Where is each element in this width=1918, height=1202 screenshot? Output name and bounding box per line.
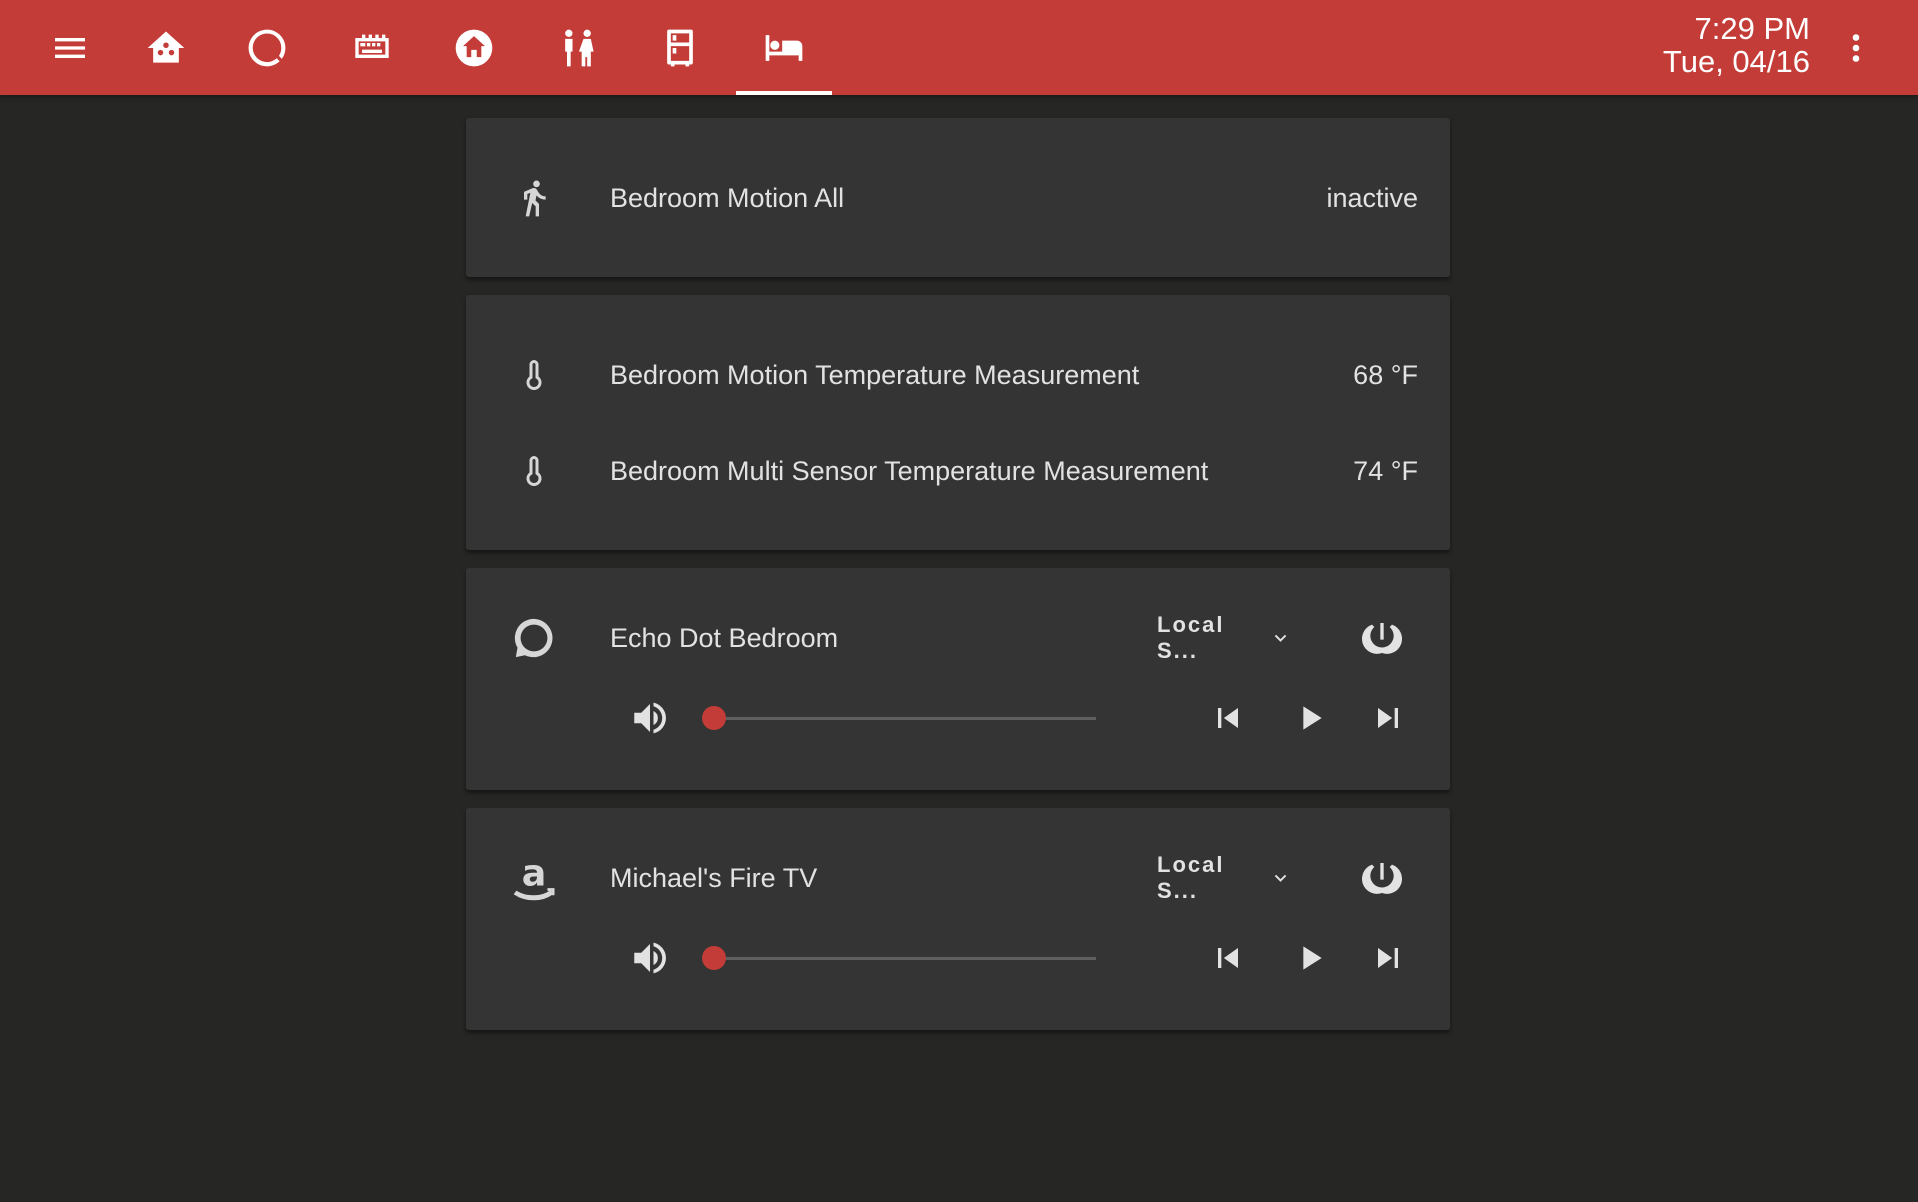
entity-state: 68 °F (1353, 359, 1418, 390)
power-button[interactable] (1354, 608, 1410, 668)
tab-alexa[interactable] (219, 0, 315, 95)
tab-bedroom[interactable] (736, 0, 832, 95)
play-button[interactable] (1282, 688, 1338, 748)
entity-row[interactable]: Bedroom Motion Temperature Measurement 6… (466, 345, 1450, 405)
play-icon (1303, 946, 1322, 970)
temperature-card: Bedroom Motion Temperature Measurement 6… (466, 295, 1450, 550)
row-icon (506, 168, 562, 228)
chevron-down-icon (1274, 874, 1287, 882)
volume-slider[interactable] (702, 928, 1096, 988)
svg-text:a: a (522, 853, 547, 895)
source-value: Local S... (1157, 612, 1225, 663)
entity-row[interactable]: Bedroom Multi Sensor Temperature Measure… (466, 441, 1450, 501)
media-player-name: Michael's Fire TV (610, 862, 818, 893)
home-automation-icon (147, 31, 185, 63)
media-player-header: Echo Dot Bedroom Local S... (466, 608, 1450, 668)
router-icon (355, 34, 389, 58)
dots-vertical-icon (1852, 33, 1860, 62)
row-icon: a (506, 848, 562, 908)
volume-knob[interactable] (702, 946, 726, 970)
fridge-icon (667, 29, 693, 66)
media-player-header: a Michael's Fire TV Local S... (466, 848, 1450, 908)
tab-network[interactable] (324, 0, 420, 95)
menu-button[interactable] (42, 0, 98, 95)
tab-kitchen[interactable] (632, 0, 728, 95)
home-circle-icon (455, 29, 493, 66)
thermometer-icon (526, 360, 542, 390)
media-controls (466, 688, 1450, 748)
amazon-icon: a (513, 853, 555, 901)
skip-previous-icon (1218, 948, 1238, 968)
skip-previous-icon (1218, 708, 1238, 728)
power-icon (1362, 863, 1402, 894)
entity-row[interactable]: Bedroom Motion All inactive (466, 168, 1450, 228)
entity-name: Bedroom Multi Sensor Temperature Measure… (610, 455, 1209, 486)
thermometer-icon (526, 456, 542, 486)
play-icon (1303, 706, 1322, 730)
row-icon (506, 441, 562, 501)
previous-track-button[interactable] (1200, 928, 1256, 988)
bed-icon (765, 34, 803, 61)
mute-button[interactable] (622, 688, 678, 748)
entity-state: 74 °F (1353, 455, 1418, 486)
entity-name: Bedroom Motion Temperature Measurement (610, 359, 1140, 390)
mute-button[interactable] (622, 928, 678, 988)
tab-home[interactable] (426, 0, 522, 95)
row-icon (506, 608, 562, 668)
media-player-name: Echo Dot Bedroom (610, 622, 839, 653)
menu-icon (55, 37, 85, 58)
overflow-menu-button[interactable] (1832, 0, 1880, 95)
volume-track (714, 717, 1096, 720)
chevron-down-icon (1274, 634, 1287, 642)
skip-next-icon (1378, 708, 1398, 728)
source-select[interactable]: Local S... (1157, 608, 1292, 668)
volume-knob[interactable] (702, 706, 726, 730)
volume-high-icon (634, 702, 666, 734)
clock-time: 7:29 PM (1694, 11, 1810, 46)
alexa-ring-icon (248, 29, 286, 66)
clock-date: Tue, 04/16 (1662, 44, 1810, 79)
power-icon (1362, 623, 1402, 654)
previous-track-button[interactable] (1200, 688, 1256, 748)
media-controls (466, 928, 1450, 988)
source-select[interactable]: Local S... (1157, 848, 1292, 908)
power-button[interactable] (1354, 848, 1410, 908)
media-player-card: a Michael's Fire TV Local S... (466, 808, 1450, 1030)
entity-name: Bedroom Motion All (610, 182, 845, 213)
volume-track (714, 957, 1096, 960)
volume-high-icon (634, 942, 666, 974)
alexa-ring-icon (514, 618, 553, 658)
tab-kids[interactable] (530, 0, 626, 95)
play-button[interactable] (1282, 928, 1338, 988)
walk-icon (524, 180, 546, 217)
next-track-button[interactable] (1360, 928, 1416, 988)
app-toolbar: 7:29 PM Tue, 04/16 (0, 0, 1918, 95)
motion-card: Bedroom Motion All inactive (466, 118, 1450, 277)
clock: 7:29 PM Tue, 04/16 (1663, 12, 1810, 78)
tab-home-automation[interactable] (118, 0, 214, 95)
kids-icon (565, 29, 594, 66)
row-icon (506, 345, 562, 405)
next-track-button[interactable] (1360, 688, 1416, 748)
skip-next-icon (1378, 948, 1398, 968)
source-value: Local S... (1157, 852, 1225, 903)
entity-state: inactive (1326, 182, 1418, 213)
media-player-card: Echo Dot Bedroom Local S... (466, 568, 1450, 790)
volume-slider[interactable] (702, 688, 1096, 748)
